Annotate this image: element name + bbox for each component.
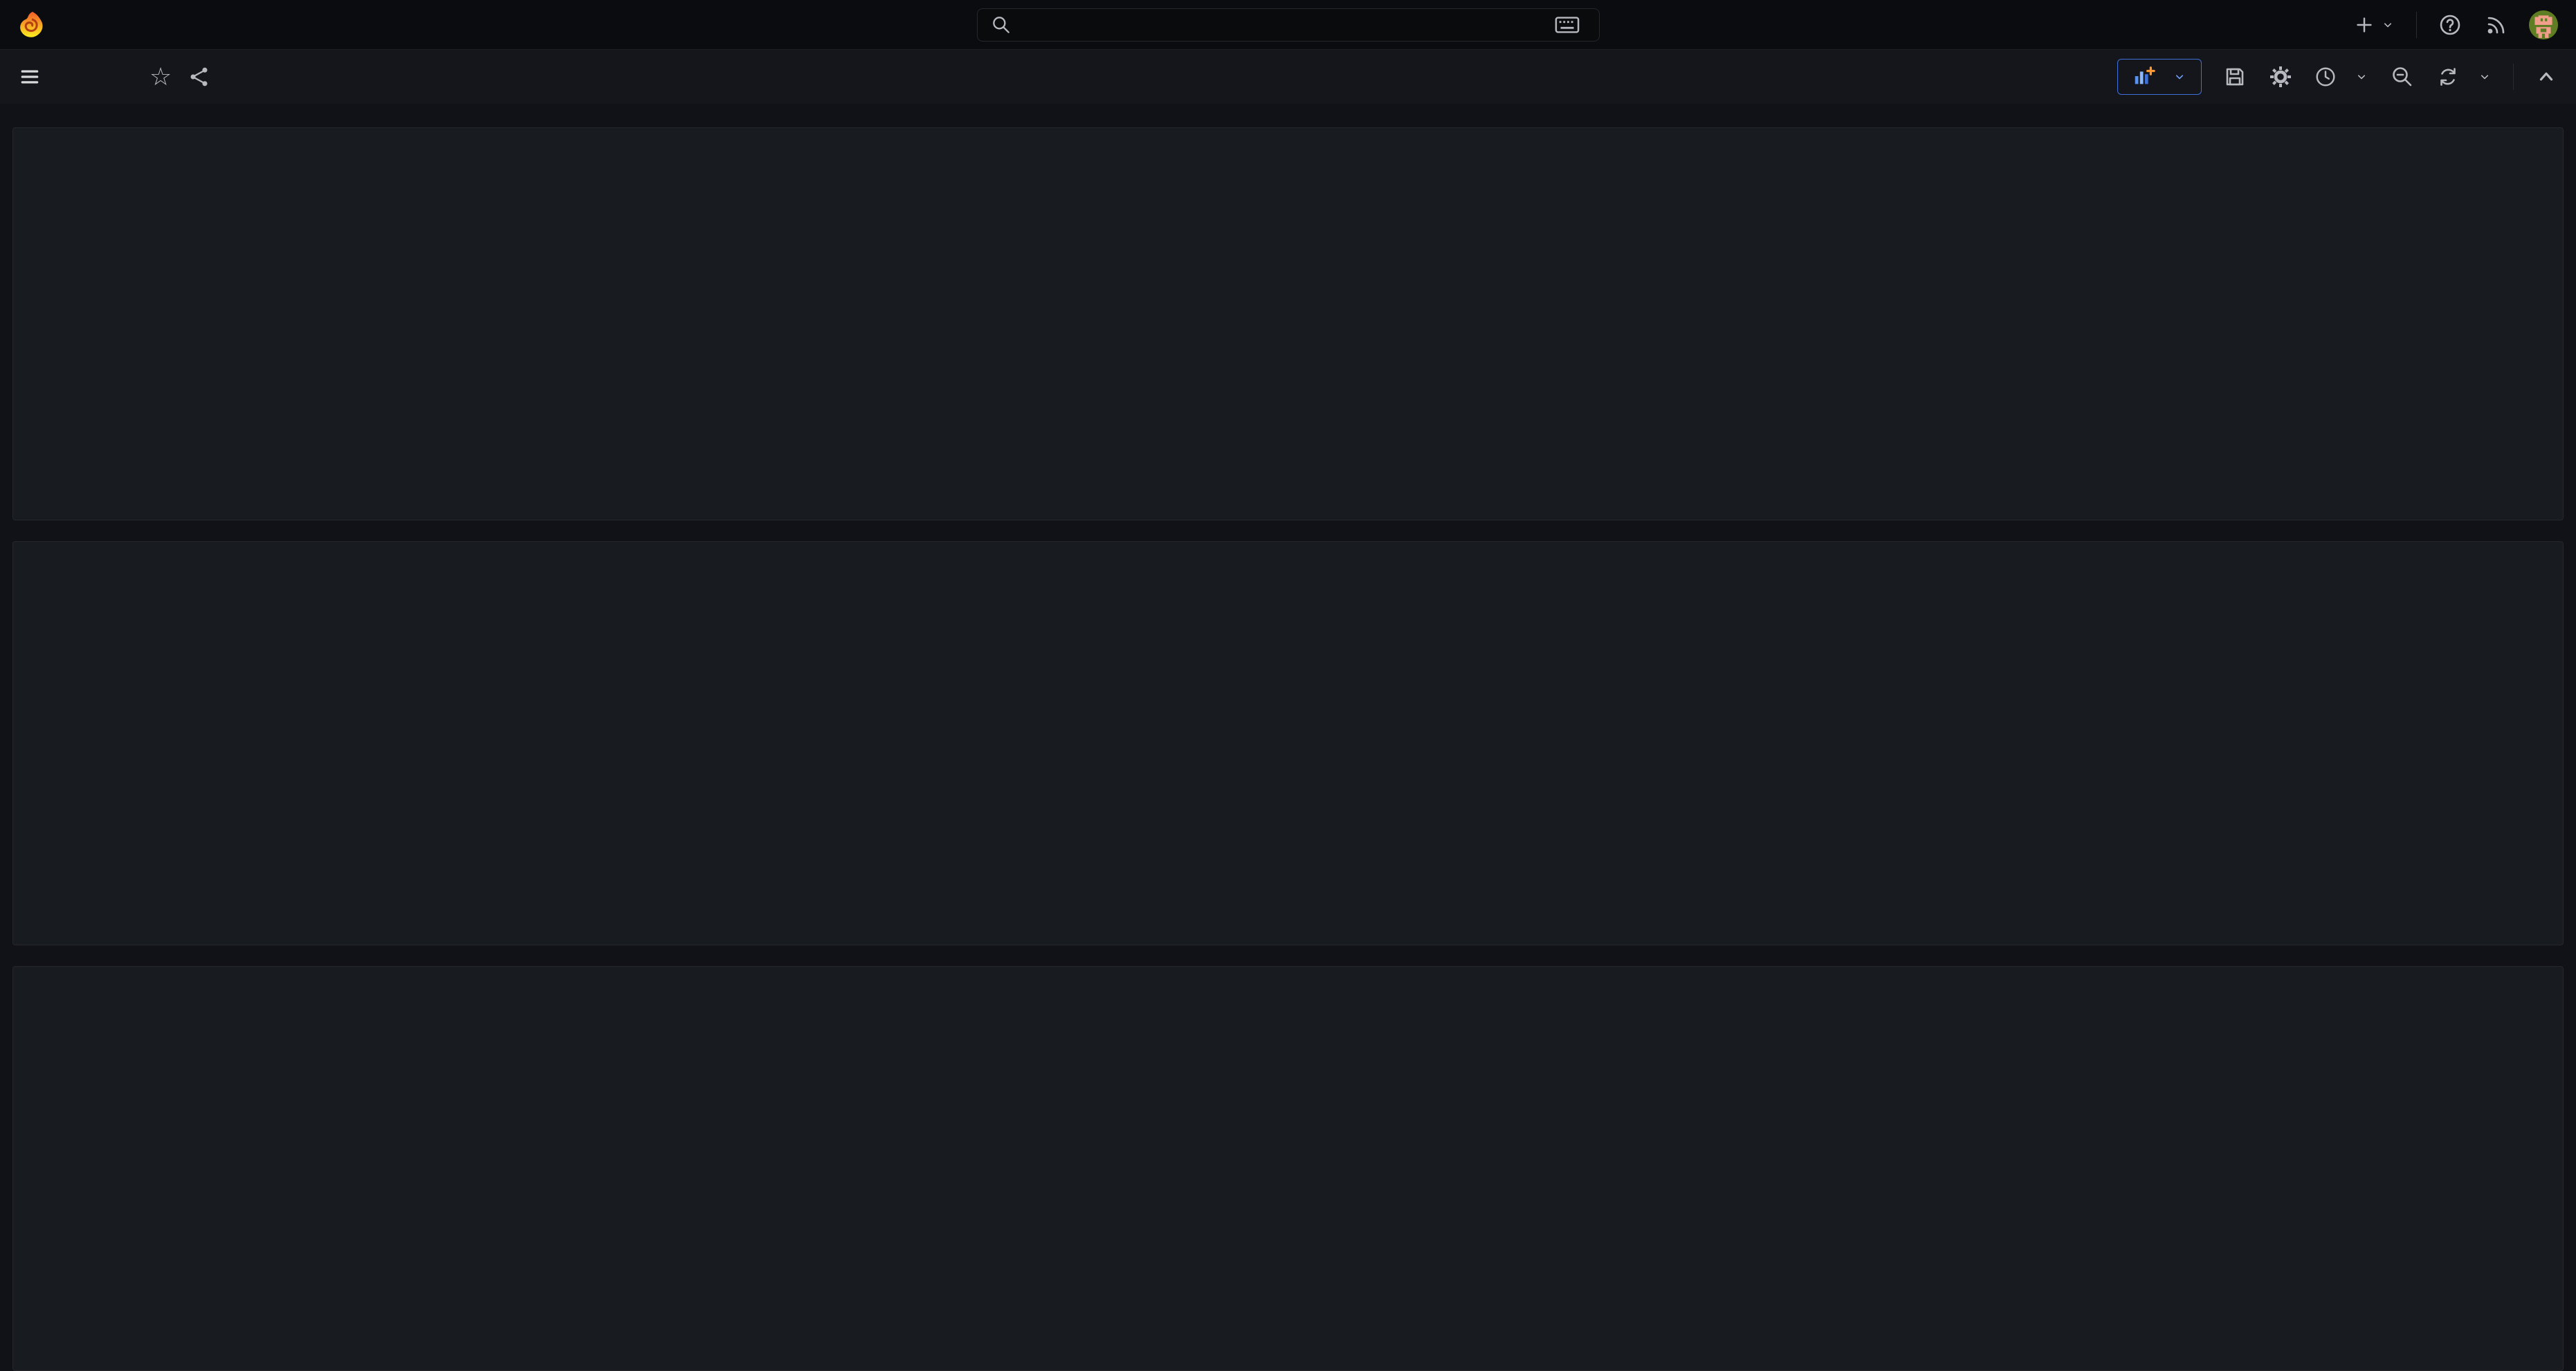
chevron-down-icon [2354,69,2369,84]
plus-icon [2353,13,2376,37]
refresh-icon [2436,64,2460,89]
zoom-out-button[interactable] [2390,64,2415,89]
collapse-toolbar-button[interactable] [2534,65,2558,89]
clock-icon [2314,65,2337,89]
new-dashboard-button[interactable] [2353,13,2395,37]
chevron-down-icon [2477,69,2492,84]
share-button[interactable] [188,66,210,88]
news-button[interactable] [2483,12,2508,37]
save-dashboard-button[interactable] [2222,64,2247,89]
share-icon [188,66,210,88]
dashboard-toolbar: ☆ [0,50,2576,104]
top-nav-bar [0,0,2576,50]
refresh-picker[interactable] [2436,64,2492,89]
divider [2513,64,2514,90]
chevron-down-icon [2380,17,2395,33]
time-series-chart[interactable] [13,996,2563,1356]
help-icon [2438,12,2463,37]
favorite-star-button[interactable]: ☆ [149,64,172,89]
divider [2416,12,2417,38]
panel-r-scores [12,541,2564,946]
chevron-down-icon [2172,69,2187,84]
mega-menu-button[interactable] [18,65,42,89]
chart-legend [13,1356,2563,1370]
search-input[interactable] [1022,13,1545,37]
search-icon [990,14,1012,36]
hamburger-icon [18,65,42,89]
time-series-chart[interactable] [13,157,2563,506]
time-range-picker[interactable] [2314,65,2369,89]
chart-legend [13,506,2563,520]
rss-icon [2483,12,2508,37]
search-bar[interactable] [977,8,1600,42]
keyboard-icon [1555,15,1580,35]
chevron-up-icon [2534,65,2558,89]
gear-icon [2268,64,2293,89]
save-icon [2222,64,2247,89]
chart-legend [13,931,2563,945]
add-panel-button[interactable] [2117,59,2202,95]
search-shortcut [1555,15,1587,35]
user-avatar[interactable] [2529,10,2558,39]
help-button[interactable] [2438,12,2463,37]
add-panel-icon [2132,65,2155,89]
zoom-out-icon [2390,64,2415,89]
dashboard-grid [0,104,2576,1371]
grafana-logo[interactable] [18,11,46,39]
dashboard-settings-button[interactable] [2268,64,2293,89]
time-series-chart[interactable] [13,571,2563,932]
panel-r-scores-averaged [12,127,2564,520]
panel-r-scores-downsampled [12,966,2564,1371]
